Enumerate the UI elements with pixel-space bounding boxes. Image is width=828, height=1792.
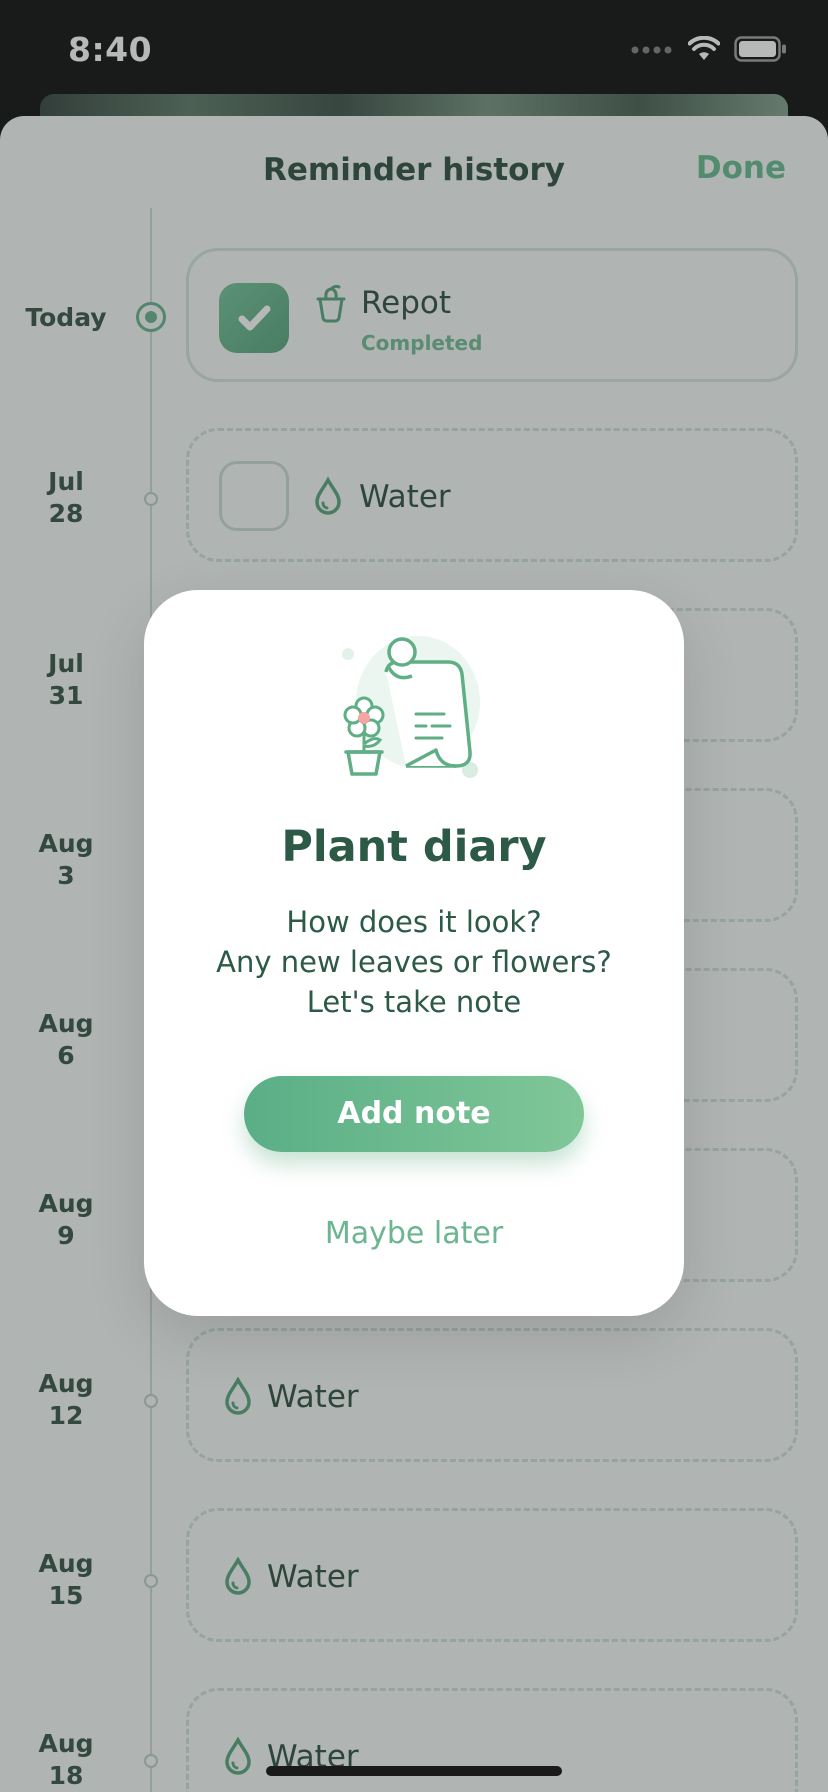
plant-diary-illustration <box>342 636 480 778</box>
home-indicator[interactable] <box>266 1766 562 1776</box>
app-screen: 8:40 Reminder history Done Today Repot C… <box>0 0 828 1792</box>
plant-diary-dialog: Plant diary How does it look? Any new le… <box>144 590 684 1316</box>
add-note-button[interactable]: Add note <box>244 1076 584 1152</box>
dialog-message: How does it look? Any new leaves or flow… <box>216 905 612 1019</box>
maybe-later-button[interactable]: Maybe later <box>144 1216 684 1251</box>
dialog-title: Plant diary <box>281 822 547 872</box>
